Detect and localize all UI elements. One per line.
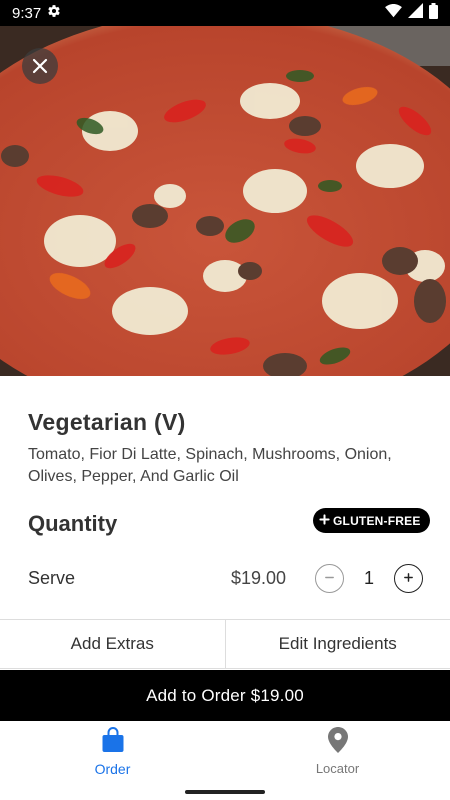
- edit-ingredients-button[interactable]: Edit Ingredients: [224, 620, 450, 668]
- serve-price: $19.00: [231, 568, 287, 588]
- quantity-heading: Quantity: [28, 511, 118, 536]
- nav-item-locator[interactable]: Locator: [225, 721, 450, 782]
- nav-label-locator: Locator: [315, 761, 360, 776]
- location-pin-icon: [327, 727, 348, 758]
- nav-label-order: Order: [94, 760, 131, 777]
- item-description: Tomato, Fior Di Latte, Spinach, Mushroom…: [28, 446, 392, 485]
- plus-icon: [403, 570, 414, 588]
- status-bar: 9:37: [0, 0, 450, 26]
- increase-quantity-button[interactable]: [394, 564, 423, 593]
- battery-icon: [429, 2, 438, 24]
- close-button[interactable]: [22, 48, 58, 84]
- serve-label: Serve: [28, 568, 76, 588]
- plus-icon: [319, 513, 330, 528]
- status-time: 9:37: [12, 4, 42, 22]
- bottom-navigation: Order Locator: [0, 721, 450, 782]
- gluten-free-badge-label: GLUTEN-FREE: [333, 513, 421, 528]
- item-actions: Add Extras Edit Ingredients: [0, 619, 450, 669]
- add-extras-button[interactable]: Add Extras: [0, 620, 225, 668]
- pizza-photo: [0, 26, 450, 376]
- home-gesture-handle[interactable]: [185, 790, 265, 794]
- gesture-bar: [0, 782, 450, 800]
- quantity-value: 1: [364, 568, 375, 588]
- nav-item-order[interactable]: Order: [0, 721, 225, 782]
- wifi-icon: [385, 3, 402, 23]
- hero-image: [0, 26, 450, 376]
- minus-icon: [324, 570, 335, 588]
- add-to-order-button[interactable]: Add to Order $19.00: [0, 670, 450, 721]
- decrease-quantity-button[interactable]: [315, 564, 344, 593]
- gluten-free-badge[interactable]: GLUTEN-FREE: [313, 508, 430, 533]
- signal-icon: [408, 3, 423, 23]
- settings-icon: [47, 4, 61, 22]
- item-title: Vegetarian (V): [28, 409, 186, 435]
- close-icon: [32, 58, 48, 74]
- shopping-bag-icon: [101, 726, 125, 758]
